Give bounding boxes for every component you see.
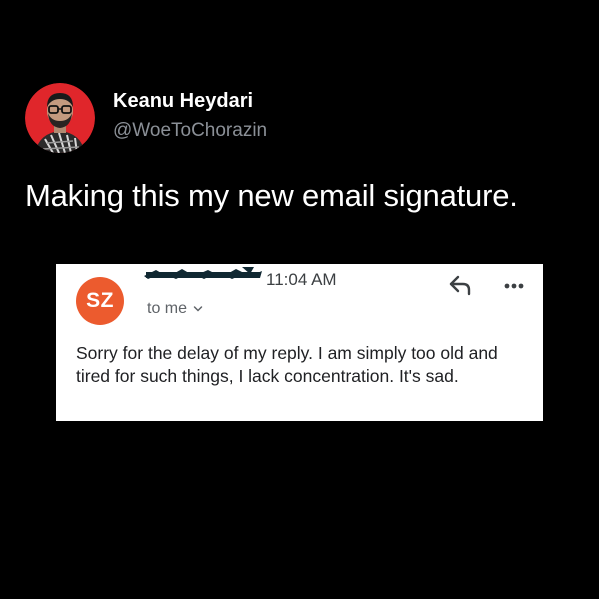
chevron-down-icon <box>193 306 203 312</box>
sender-avatar[interactable]: SZ <box>76 277 124 325</box>
author-name[interactable]: Keanu Heydari <box>113 90 253 113</box>
tweet-screenshot: Keanu Heydari @WoeToChorazin Making this… <box>0 0 599 599</box>
recipient-dropdown[interactable]: to me <box>147 300 203 318</box>
recipient-label: to me <box>147 300 188 317</box>
redaction-scribble-icon <box>144 267 262 279</box>
tweet-text: Making this my new email signature. <box>25 178 518 213</box>
profile-photo-icon <box>25 83 95 153</box>
author-handle[interactable]: @WoeToChorazin <box>113 120 267 142</box>
reply-arrow-icon[interactable] <box>447 273 473 297</box>
email-time: 11:04 AM <box>266 270 337 289</box>
author-avatar[interactable] <box>25 83 95 153</box>
email-screenshot: SZ 11:04 AM to me Sorry for the delay of… <box>56 264 543 421</box>
email-body-line: tired for such things, I lack concentrat… <box>76 366 459 386</box>
more-dots-icon[interactable] <box>502 274 526 298</box>
email-body-line: Sorry for the delay of my reply. I am si… <box>76 343 498 363</box>
email-body: Sorry for the delay of my reply. I am si… <box>76 342 536 388</box>
